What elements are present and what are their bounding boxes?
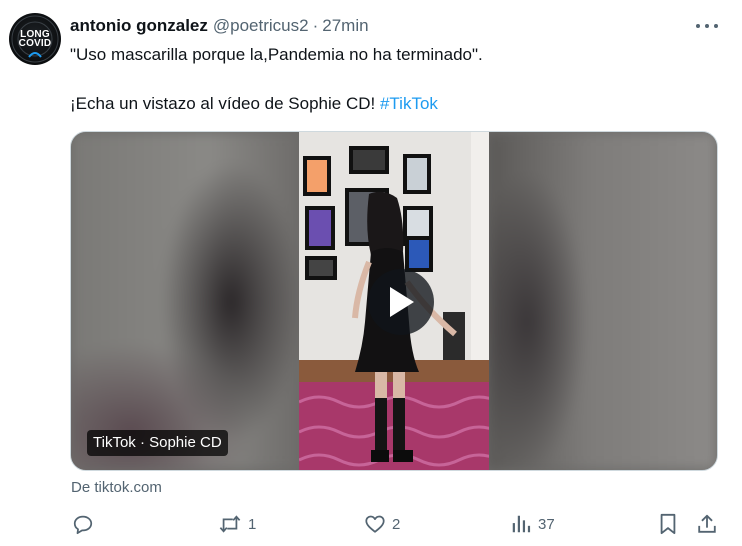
retweet-icon [219, 515, 241, 533]
retweet-count: 1 [248, 515, 257, 533]
share-icon [698, 514, 716, 533]
header-separator: · [312, 16, 319, 35]
tweet[interactable]: LONG COVID antonio gonzalez @poetricus2 ·… [0, 0, 742, 546]
bookmark-icon [660, 513, 676, 535]
timestamp[interactable]: 27min [322, 16, 368, 36]
play-icon [390, 287, 414, 317]
avatar[interactable]: LONG COVID [9, 13, 61, 65]
action-bar: 1 2 37 [70, 510, 720, 538]
retweet-button[interactable]: 1 [218, 510, 256, 538]
more-icon[interactable] [696, 18, 718, 34]
views-icon [512, 515, 531, 533]
tweet-text-line-2: ¡Echa un vistazo al vídeo de Sophie CD! … [70, 94, 438, 114]
play-button[interactable] [368, 269, 434, 335]
hashtag-link[interactable]: #TikTok [380, 94, 438, 113]
share-button[interactable] [696, 510, 718, 538]
tweet-text-body: ¡Echa un vistazo al vídeo de Sophie CD! [70, 94, 380, 113]
avatar-label: LONG COVID [18, 29, 52, 49]
views-count: 37 [538, 515, 555, 533]
views-button[interactable]: 37 [510, 510, 555, 538]
like-count: 2 [392, 515, 401, 533]
like-icon [365, 515, 385, 533]
video-blur-right [487, 132, 717, 470]
link-domain[interactable]: De tiktok.com [71, 479, 162, 496]
display-name[interactable]: antonio gonzalez [70, 16, 208, 36]
reply-icon [73, 515, 93, 535]
tweet-text-line-1: "Uso mascarilla porque la,Pandemia no ha… [70, 45, 483, 64]
tweet-header: antonio gonzalez @poetricus2 · 27min [70, 15, 369, 37]
user-handle[interactable]: @poetricus2 [213, 16, 309, 36]
bookmark-button[interactable] [658, 510, 678, 538]
like-button[interactable]: 2 [364, 510, 400, 538]
reply-button[interactable] [72, 510, 100, 538]
media-card[interactable]: TikTok · Sophie CD [70, 131, 718, 471]
video-blur-left [71, 132, 300, 470]
media-source-badge: TikTok · Sophie CD [87, 430, 228, 456]
